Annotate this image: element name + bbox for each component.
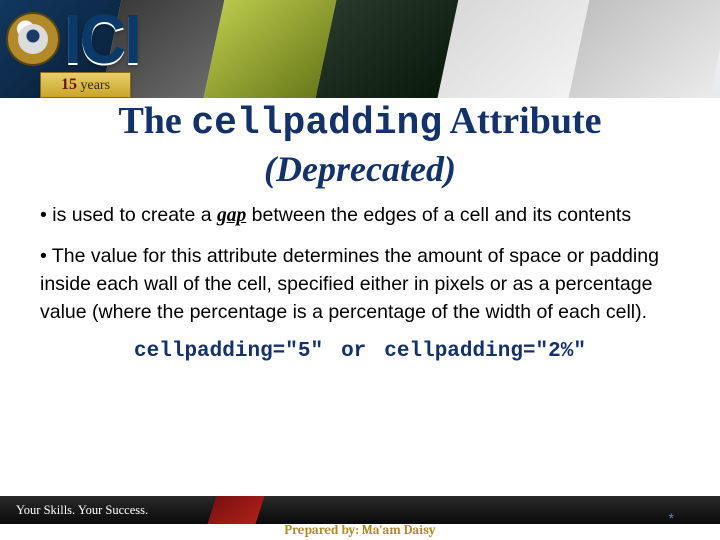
slide-subtitle: (Deprecated) [28, 148, 692, 190]
slide-title: The cellpadding Attribute [28, 100, 692, 146]
ribbon-years: 15 [61, 76, 77, 93]
bullet-1-post: between the edges of a cell and its cont… [246, 204, 631, 226]
example-sep: or [341, 340, 366, 363]
footer-pagenum: * [669, 510, 674, 526]
code-examples: cellpadding="5" or cellpadding="2%" [28, 340, 692, 363]
bullet-2: • The value for this attribute determine… [40, 243, 680, 326]
bullet-1: • is used to create a gap between the ed… [40, 202, 680, 230]
footer-accent [207, 496, 264, 524]
example-1: cellpadding="5" [134, 340, 323, 363]
title-code: cellpadding [191, 102, 442, 145]
slide-header: ICI 15 years [0, 0, 720, 98]
logo-text: ICI [64, 0, 140, 79]
example-2: cellpadding="2%" [384, 340, 586, 363]
footer-bar: Your Skills. Your Success. [0, 496, 720, 524]
footer-tagline: Your Skills. Your Success. [16, 503, 148, 518]
logo: ICI [6, 2, 140, 76]
title-prefix: The [118, 100, 191, 142]
ribbon-label: years [81, 78, 111, 93]
slide-footer: Your Skills. Your Success. Prepared by: … [0, 496, 720, 540]
anniversary-ribbon: 15 years [40, 72, 131, 98]
title-suffix: Attribute [442, 100, 601, 142]
footer-prepared: Prepared by: Ma'am Daisy [0, 523, 720, 538]
seal-icon [6, 12, 60, 66]
slide-body: The cellpadding Attribute (Deprecated) •… [0, 100, 720, 363]
bullet-1-pre: • is used to create a [40, 204, 217, 226]
bullet-1-em: gap [217, 205, 246, 226]
